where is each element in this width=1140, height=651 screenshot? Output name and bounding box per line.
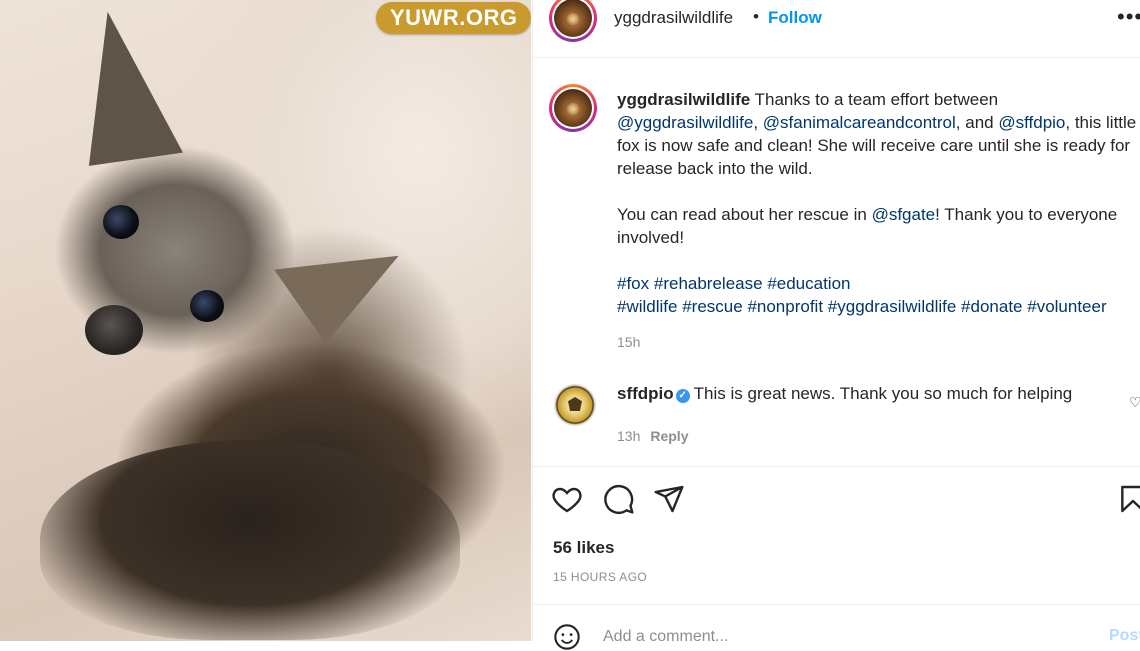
hashtags-line-2: #wildlife #rescue #nonprofit #yggdrasilw… bbox=[617, 295, 1140, 318]
caption-timestamp[interactable]: 15h bbox=[617, 334, 640, 350]
caption-author-avatar[interactable] bbox=[549, 84, 597, 132]
comment-icon[interactable] bbox=[603, 483, 635, 515]
mention-link[interactable]: @yggdrasilwildlife bbox=[617, 113, 753, 132]
post-caption: yggdrasilwildlife Thanks to a team effor… bbox=[617, 88, 1140, 318]
fox-eye bbox=[103, 205, 139, 239]
post-photo[interactable]: YUWR.ORG bbox=[0, 0, 531, 641]
follow-button[interactable]: Follow bbox=[768, 8, 822, 28]
comment-timestamp[interactable]: 13h bbox=[617, 428, 640, 444]
post-timestamp: 15 HOURS AGO bbox=[553, 570, 648, 584]
fox-eye bbox=[190, 290, 224, 322]
hashtag-link[interactable]: #yggdrasilwildlife bbox=[828, 297, 957, 316]
author-avatar[interactable] bbox=[549, 0, 597, 42]
hashtag-link[interactable]: #volunteer bbox=[1027, 297, 1106, 316]
paper-plane-icon[interactable] bbox=[653, 483, 685, 515]
hashtag-link[interactable]: #fox bbox=[617, 274, 649, 293]
hashtags-line-1: #fox #rehabrelease #education bbox=[617, 272, 1140, 295]
reply-button[interactable]: Reply bbox=[650, 428, 688, 444]
fox-body bbox=[40, 440, 460, 640]
comment-body: sffdpio ✓ This is great news. Thank you so… bbox=[617, 384, 1072, 404]
bookmark-icon[interactable] bbox=[1117, 483, 1140, 515]
commenter-avatar[interactable] bbox=[554, 384, 596, 426]
comment-meta: 13h Reply bbox=[617, 428, 688, 444]
hashtag-link[interactable]: #rehabrelease bbox=[654, 274, 763, 293]
hashtag-link[interactable]: #nonprofit bbox=[747, 297, 823, 316]
caption-text: , and bbox=[955, 113, 999, 132]
post-comment-button[interactable]: Post bbox=[1109, 627, 1140, 645]
comment-username[interactable]: sffdpio bbox=[617, 384, 674, 403]
verified-badge-icon: ✓ bbox=[675, 389, 690, 403]
post-header: yggdrasilwildlife • Follow ••• bbox=[533, 0, 1140, 58]
more-options-icon[interactable]: ••• bbox=[1117, 4, 1140, 30]
author-username[interactable]: yggdrasilwildlife bbox=[614, 8, 733, 28]
emoji-icon[interactable] bbox=[553, 623, 581, 651]
caption-username[interactable]: yggdrasilwildlife bbox=[617, 90, 750, 109]
post-sidebar: yggdrasilwildlife • Follow ••• yggdrasil… bbox=[532, 0, 1140, 650]
caption-text: You can read about her rescue in bbox=[617, 205, 872, 224]
mention-link[interactable]: @sfgate bbox=[872, 205, 936, 224]
fox-ear bbox=[68, 4, 183, 166]
separator-dot: • bbox=[753, 7, 759, 26]
watermark-badge: YUWR.ORG bbox=[376, 2, 531, 34]
hashtag-link[interactable]: #wildlife bbox=[617, 297, 677, 316]
mention-link[interactable]: @sfanimalcareandcontrol bbox=[763, 113, 956, 132]
mention-link[interactable]: @sffdpio bbox=[998, 113, 1065, 132]
heart-small-icon[interactable]: ♡ bbox=[1129, 394, 1140, 411]
hashtag-link[interactable]: #donate bbox=[961, 297, 1022, 316]
hashtag-link[interactable]: #rescue bbox=[682, 297, 742, 316]
hashtag-link[interactable]: #education bbox=[767, 274, 850, 293]
comment-text: This is great news. Thank you so much fo… bbox=[693, 384, 1073, 403]
add-comment-input[interactable] bbox=[603, 625, 1063, 649]
heart-icon[interactable] bbox=[551, 483, 583, 515]
action-bar: 56 likes 15 HOURS AGO bbox=[533, 466, 1140, 607]
fox-ear bbox=[274, 206, 416, 344]
fox-nose bbox=[85, 305, 143, 355]
caption-text: , bbox=[753, 113, 763, 132]
add-comment-bar: Post bbox=[533, 604, 1140, 650]
likes-count[interactable]: 56 likes bbox=[553, 538, 614, 558]
caption-text: Thanks to a team effort between bbox=[750, 90, 999, 109]
